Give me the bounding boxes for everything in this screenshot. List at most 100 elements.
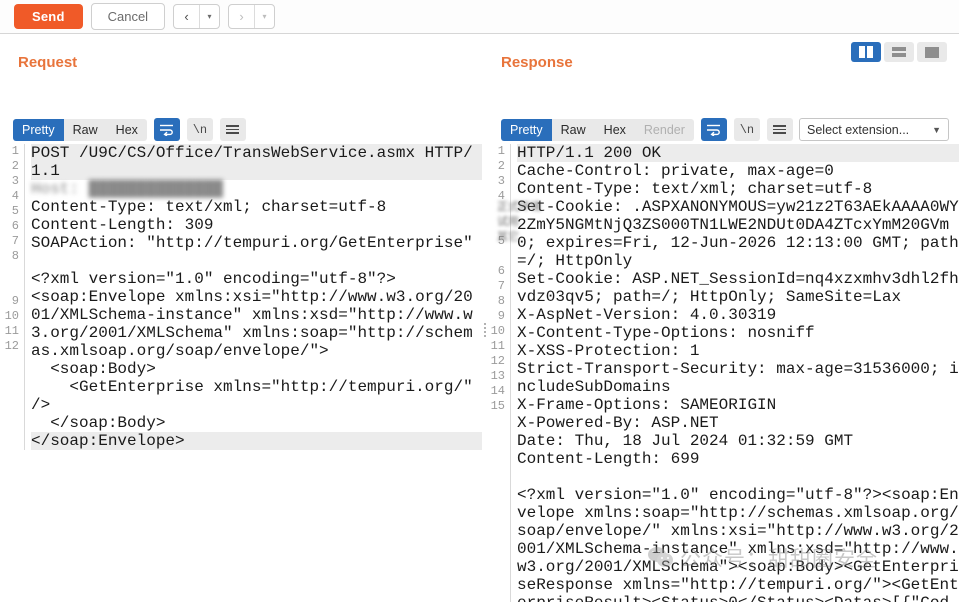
code-line: Date: Thu, 18 Jul 2024 01:32:59 GMT [517,432,854,450]
line-number: 6 [11,219,19,233]
response-pane: Response Pretty Raw Hex Render \n Select… [489,34,959,602]
response-menu-icon[interactable] [766,118,793,141]
response-editor[interactable]: 1234 5 6 7 8 9 10 11 12 13 14 15 HTTP/1.1 200 OK C… [489,144,959,602]
line-number: 7 [11,234,19,248]
request-show-newlines-icon[interactable]: \n [186,118,213,141]
line-number: 2 [497,159,505,173]
go-forward-dropdown-arrow[interactable]: ▾ [254,5,274,28]
line-number: 3 [11,174,19,188]
line-number: 10 [490,324,505,338]
line-number: 8 [497,294,505,308]
request-line-numbers: 12345678 9 10 11 12 [0,144,24,450]
chevron-right-icon[interactable]: › [229,5,254,28]
code-line: Set-Cookie: .ASPXANONYMOUS=yw21z2T63AEkA… [517,198,959,270]
request-menu-icon[interactable] [219,118,246,141]
chevron-left-icon[interactable]: ‹ [174,5,199,28]
pane-divider-handle[interactable] [484,323,486,337]
code-line: X-Content-Type-Options: nosniff [517,324,815,342]
line-number: 3 [497,174,505,188]
line-number-continuation [489,519,505,534]
line-number: 5 [11,204,19,218]
code-line: SOAPAction: "http://tempuri.org/GetEnter… [31,234,473,252]
pane-divider[interactable] [482,68,489,602]
go-forward-split-button[interactable]: › ▾ [228,4,276,29]
burp-repeater-window: Send Cancel ‹ ▾ › ▾ Request Pretty Raw H… [0,0,959,602]
go-back-dropdown-arrow[interactable]: ▾ [199,5,219,28]
line-number: 9 [497,309,505,323]
request-view-tabs: Pretty Raw Hex [13,118,147,141]
layout-toggle-group [851,42,947,62]
code-line: </soap:Envelope> [31,432,482,450]
code-line: HTTP/1.1 200 OK [517,144,959,162]
code-line: X-Frame-Options: SAMEORIGIN [517,396,777,414]
line-number: 9 [11,294,19,308]
response-view-tabs: Pretty Raw Hex Render [501,118,694,141]
line-number: 2 [11,159,19,173]
line-number-continuation [489,444,505,459]
line-number: 14 [490,384,505,398]
line-number-continuation [489,414,505,429]
code-line: Cache-Control: private, max-age=0 [517,162,834,180]
redacted-text-1: 正式环境 [497,200,541,213]
redacted-text-3: 其它 [497,230,519,243]
code-line: Content-Type: text/xml; charset=utf-8 [31,198,387,216]
code-line: POST /U9C/CS/Office/TransWebService.asmx… [31,144,482,180]
go-back-split-button[interactable]: ‹ ▾ [173,4,221,29]
line-number: 1 [497,144,505,158]
code-line: Set-Cookie: ASP.NET_SessionId=nq4xzxmhv3… [517,270,959,306]
request-word-wrap-icon[interactable] [153,118,180,141]
send-button[interactable]: Send [14,4,83,29]
line-number: 6 [497,264,505,278]
code-line: <?xml version="1.0" encoding="utf-8"?> [31,270,396,288]
response-tab-raw[interactable]: Raw [551,118,595,141]
line-number: 10 [4,309,19,323]
response-tab-pretty[interactable]: Pretty [501,118,552,141]
select-extension-dropdown[interactable]: Select extension... ▼ [799,118,949,141]
layout-horizontal-split-icon[interactable] [884,42,914,62]
response-tab-render: Render [634,118,694,141]
request-tab-raw[interactable]: Raw [63,118,107,141]
response-show-newlines-icon[interactable]: \n [733,118,760,141]
code-line: Content-Type: text/xml; charset=utf-8 [517,180,873,198]
code-line: X-AspNet-Version: 4.0.30319 [517,306,777,324]
cancel-button[interactable]: Cancel [90,3,166,30]
response-code[interactable]: HTTP/1.1 200 OK Cache-Control: private, m… [510,144,959,602]
code-line: X-Powered-By: ASP.NET [517,414,719,432]
code-line: X-XSS-Protection: 1 [517,342,700,360]
select-extension-value: Select extension... [807,122,910,137]
code-line: <GetEnterprise xmlns="http://tempuri.org… [31,378,482,414]
line-number: 15 [490,399,505,413]
line-number: 12 [4,339,19,353]
request-tab-pretty[interactable]: Pretty [13,118,64,141]
chevron-down-icon: ▼ [932,124,941,135]
line-number-continuation [489,489,505,504]
line-number: 13 [490,369,505,383]
code-line: </soap:Body> [31,414,166,432]
line-number-continuation [489,504,505,519]
action-toolbar: Send Cancel ‹ ▾ › ▾ [0,0,959,34]
request-editor[interactable]: 12345678 9 10 11 12 POST /U9C/CS/Office/Tra… [0,144,482,602]
code-line: Content-Length: 309 [31,216,214,234]
response-word-wrap-icon[interactable] [700,118,727,141]
response-title: Response [501,54,573,71]
line-number-continuation [489,459,505,474]
response-tab-hex[interactable]: Hex [594,118,635,141]
code-line: <soap:Envelope xmlns:xsi="http://www.w3.… [31,288,473,360]
line-number: 11 [4,324,19,338]
line-number: 11 [490,339,505,353]
request-code[interactable]: POST /U9C/CS/Office/TransWebService.asmx… [24,144,482,450]
line-number-continuation [0,279,19,294]
line-number-continuation [489,249,505,264]
line-number: 7 [497,279,505,293]
code-line: <soap:Body> [31,360,156,378]
request-tab-hex[interactable]: Hex [106,118,147,141]
layout-single-pane-icon[interactable] [917,42,947,62]
line-number: 12 [490,354,505,368]
line-number: 4 [11,189,19,203]
layout-vertical-split-icon[interactable] [851,42,881,62]
request-title: Request [18,54,78,71]
line-number: 8 [11,249,19,263]
redacted-text-2: 试用 [497,215,519,228]
